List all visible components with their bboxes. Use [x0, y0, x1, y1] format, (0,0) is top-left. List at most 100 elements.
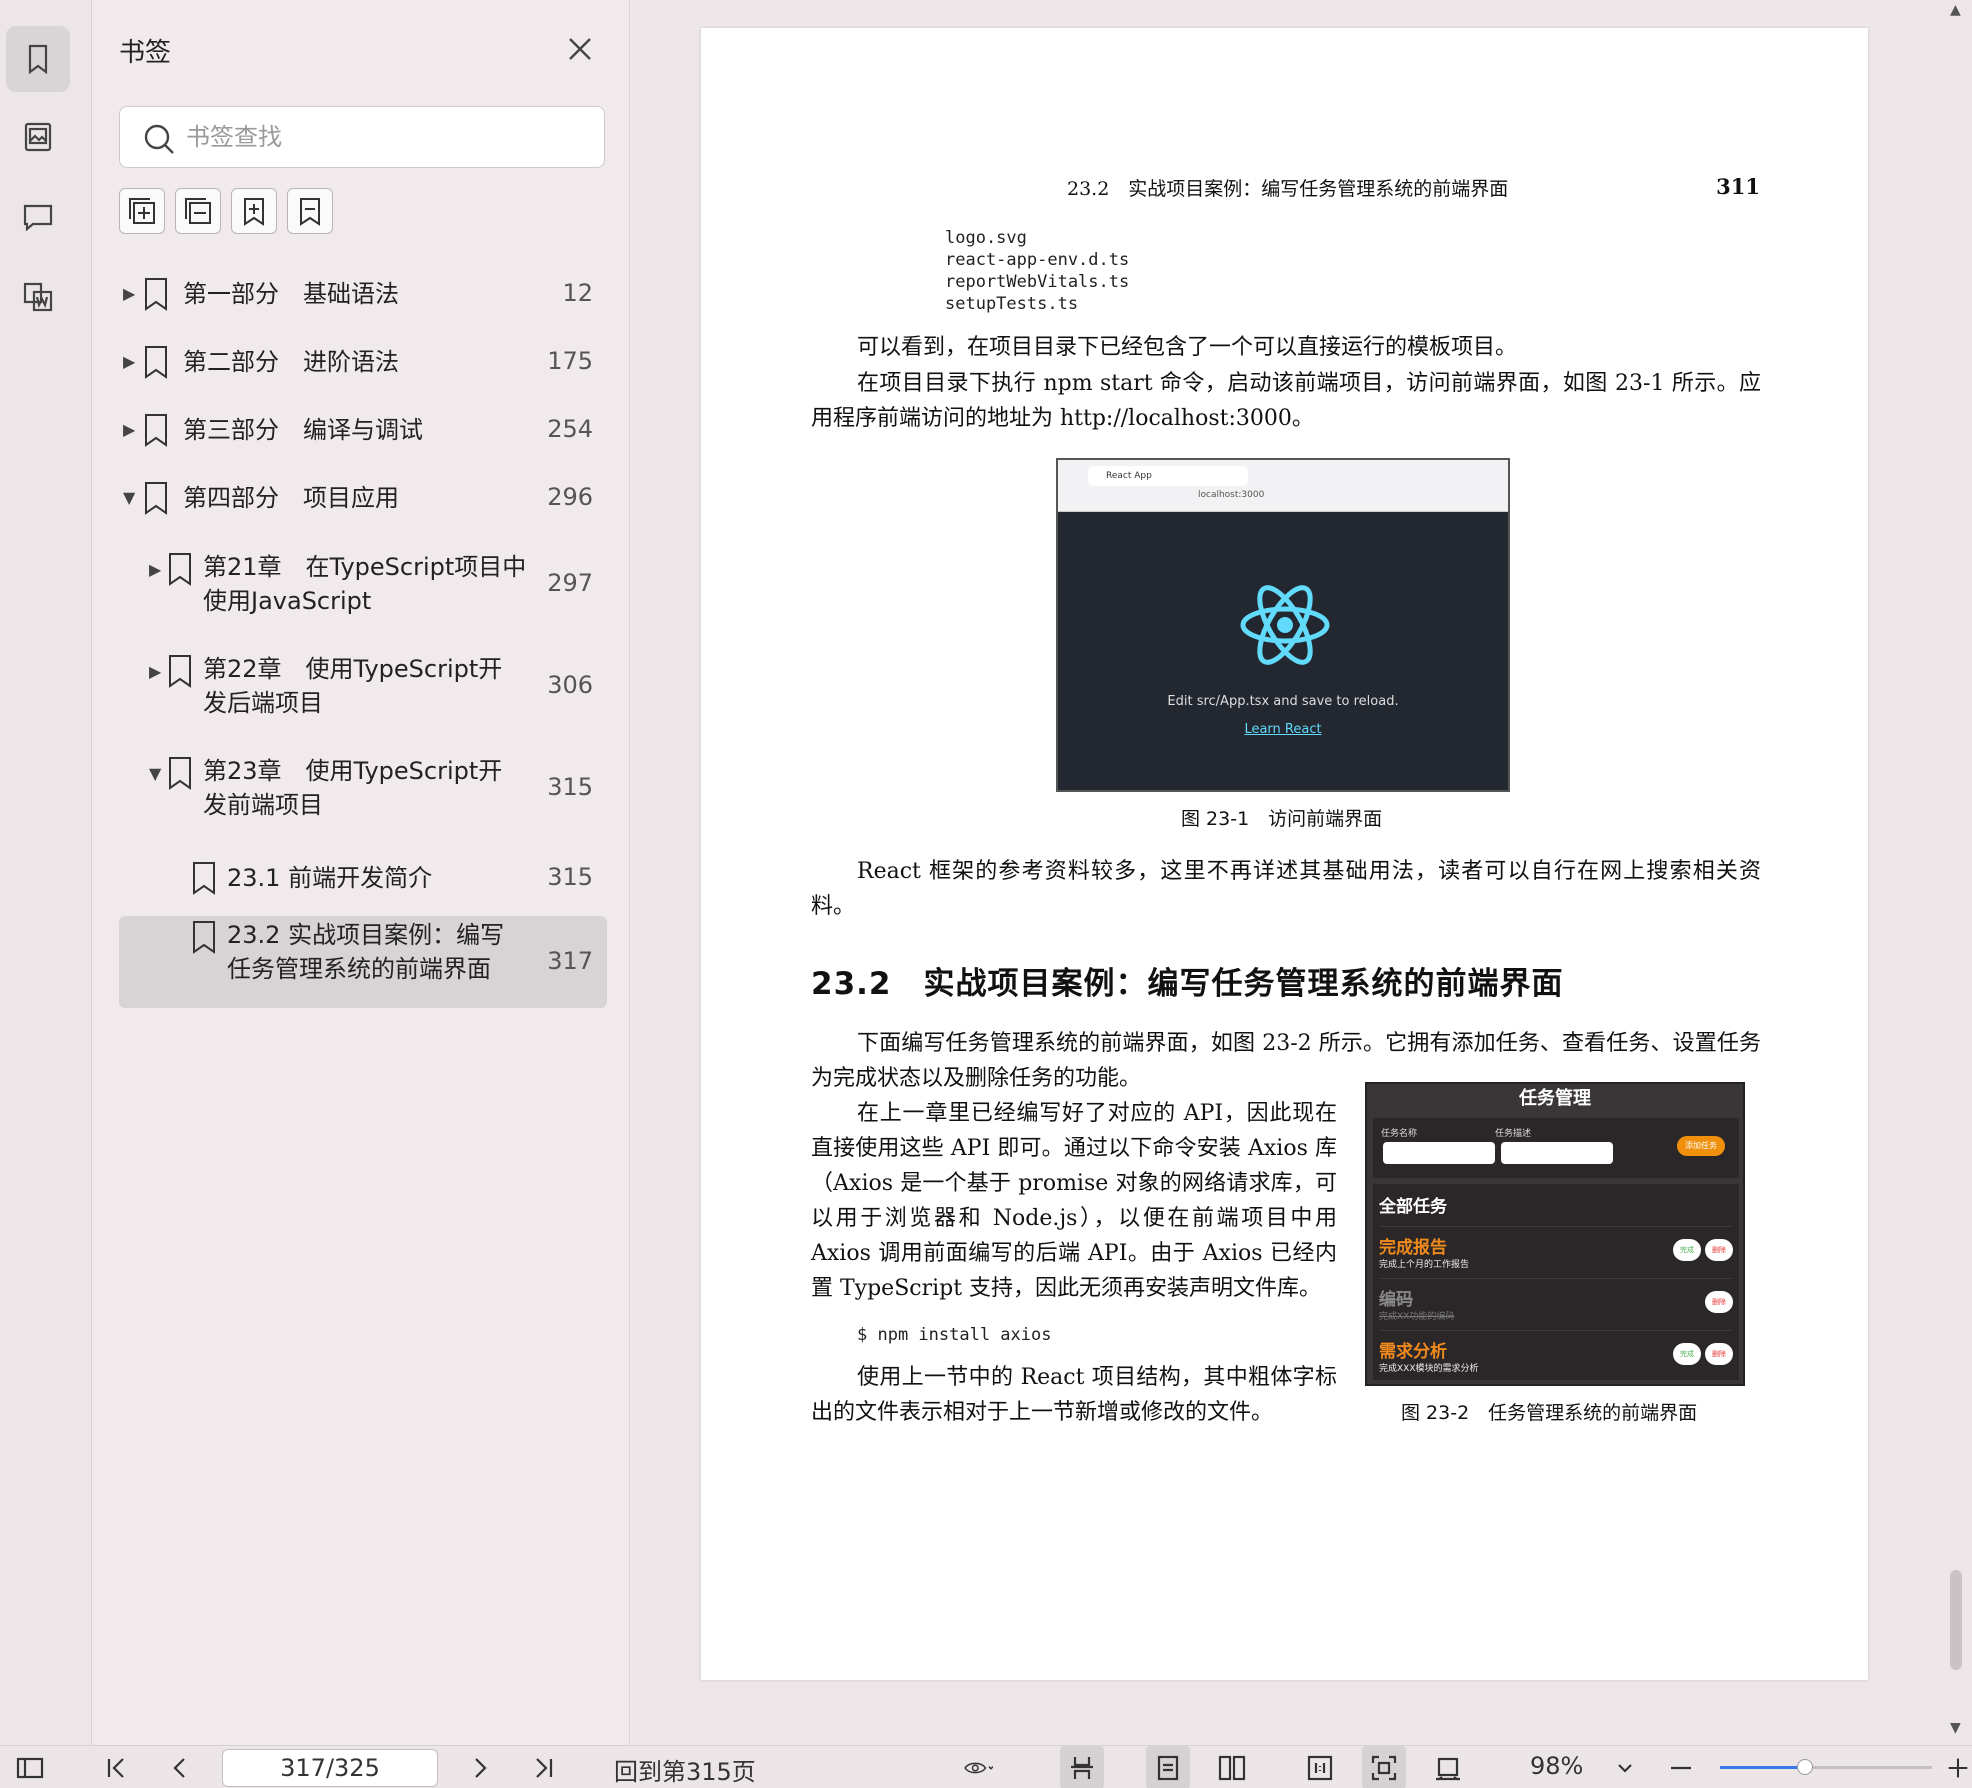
react-logo-icon: [1240, 585, 1330, 665]
comment-panel-icon[interactable]: [6, 184, 70, 250]
bookmark-tree-item[interactable]: 23.1 前端开发简介 315: [119, 852, 607, 904]
zoom-level[interactable]: 98%: [1530, 1752, 1583, 1780]
single-page-icon[interactable]: [1146, 1746, 1190, 1788]
pdf-page: 23.2 实战项目案例：编写任务管理系统的前端界面 311 logo.svg r…: [701, 28, 1868, 1680]
fig-task-name: 编码: [1379, 1290, 1413, 1310]
continuous-scroll-icon[interactable]: [1060, 1746, 1104, 1788]
zoom-dropdown-icon[interactable]: [1610, 1746, 1640, 1788]
bookmark-tree-item[interactable]: 23.2 实战项目案例：编写 任务管理系统的前端界面 317: [119, 916, 607, 1008]
edit-hint: Edit src/App.tsx and save to reload.: [1167, 694, 1399, 709]
scroll-thumb[interactable]: [1950, 1570, 1962, 1670]
bookmark-icon: [191, 861, 215, 895]
fig-add-button: 添加任务: [1677, 1136, 1725, 1156]
prev-page-icon[interactable]: [160, 1746, 200, 1788]
code-line: setupTests.ts: [945, 294, 1079, 314]
bookmark-tree-item[interactable]: ▶ 第22章 使用TypeScript开 发后端项目 306: [119, 650, 607, 722]
bookmark-label: 第二部分 进阶语法: [183, 348, 399, 376]
fig-task-desc: 完成XXX模块的需求分析: [1379, 1364, 1479, 1374]
paragraph: 在项目目录下执行 npm start 命令，启动该前端项目，访问前端界面，如图 …: [811, 371, 1761, 431]
running-header: 23.2 实战项目案例：编写任务管理系统的前端界面: [1067, 178, 1509, 200]
zoom-in-icon[interactable]: [1944, 1746, 1972, 1788]
thumbnail-panel-icon[interactable]: [6, 104, 70, 170]
bookmark-page-number: 306: [547, 671, 593, 699]
collapse-arrow-icon[interactable]: ▼: [123, 488, 135, 507]
fig-label-desc: 任务描述: [1495, 1129, 1532, 1139]
bookmark-icon: [167, 654, 191, 688]
bookmark-icon: [143, 413, 167, 447]
expand-arrow-icon[interactable]: ▶: [149, 662, 161, 681]
fig-delete-button: 删除: [1705, 1239, 1733, 1261]
bookmark-panel-icon[interactable]: [6, 26, 70, 92]
code-line: logo.svg: [945, 228, 1027, 248]
bookmark-tree-item[interactable]: ▶ 第一部分 基础语法 12: [119, 268, 607, 320]
bookmark-tree-item[interactable]: ▶ 第21章 在TypeScript项目中 使用JavaScript 297: [119, 548, 607, 620]
toggle-sidebar-icon[interactable]: [10, 1746, 50, 1788]
paragraph: React 框架的参考资料较多，这里不再详述其基础用法，读者可以自行在网上搜索相…: [811, 859, 1761, 919]
learn-react-link: Learn React: [1244, 722, 1322, 737]
fig-done-button: 完成: [1673, 1239, 1701, 1261]
two-page-icon[interactable]: [1210, 1746, 1254, 1788]
fit-page-icon[interactable]: [1362, 1746, 1406, 1788]
last-page-icon[interactable]: [524, 1746, 564, 1788]
bookmark-icon: [143, 277, 167, 311]
scroll-up-icon[interactable]: ▲: [1950, 2, 1961, 18]
page-number: 311: [1716, 174, 1760, 199]
fig-task-name: 需求分析: [1379, 1342, 1447, 1362]
figure-task-manager: 任务管理 任务名称 任务描述 添加任务 全部任务 完成报告 完成上个月的工作报告…: [1365, 1082, 1745, 1386]
bookmark-page-number: 315: [547, 773, 593, 801]
collapse-all-button[interactable]: [175, 188, 221, 234]
actual-size-icon[interactable]: [1298, 1746, 1342, 1788]
fig-input: [1501, 1142, 1613, 1164]
zoom-slider-knob[interactable]: [1796, 1759, 1813, 1775]
expand-arrow-icon[interactable]: ▶: [123, 420, 135, 439]
expand-arrow-icon[interactable]: ▶: [149, 560, 161, 579]
expand-arrow-icon[interactable]: ▶: [123, 352, 135, 371]
bookmark-page-number: 315: [547, 863, 593, 891]
bookmark-tree-item[interactable]: ▶ 第三部分 编译与调试 254: [119, 404, 607, 456]
bookmark-page-number: 296: [547, 483, 593, 511]
bookmark-tree-item[interactable]: ▼ 第四部分 项目应用 296: [119, 472, 607, 524]
close-icon[interactable]: [565, 34, 595, 64]
bookmark-icon: [167, 552, 191, 586]
expand-all-button[interactable]: [119, 188, 165, 234]
next-page-icon[interactable]: [460, 1746, 500, 1788]
first-page-icon[interactable]: [96, 1746, 136, 1788]
eye-mode-icon[interactable]: [948, 1746, 1008, 1788]
bookmark-label: 第21章 在TypeScript项目中 使用JavaScript: [203, 553, 527, 615]
vertical-scrollbar[interactable]: ▲ ▼: [1942, 0, 1972, 1745]
add-bookmark-button[interactable]: [231, 188, 277, 234]
remove-bookmark-button[interactable]: [287, 188, 333, 234]
zoom-slider-fill: [1720, 1766, 1805, 1769]
fig-all-tasks: 全部任务: [1379, 1197, 1447, 1217]
fig-delete-button: 删除: [1705, 1343, 1733, 1365]
bookmark-icon: [191, 920, 215, 954]
fig-title: 任务管理: [1519, 1088, 1591, 1109]
section-title: 23.2 实战项目案例：编写任务管理系统的前端界面: [811, 966, 1564, 1002]
zoom-out-icon[interactable]: [1664, 1746, 1698, 1788]
bookmark-label: 第一部分 基础语法: [183, 280, 399, 308]
collapse-arrow-icon[interactable]: ▼: [149, 764, 161, 783]
figure-react-app: React App localhost:3000 Edit src/App.ts…: [1056, 458, 1510, 792]
fig-delete-button: 删除: [1705, 1291, 1733, 1313]
search-input[interactable]: [186, 117, 586, 157]
fig-done-button: 完成: [1673, 1343, 1701, 1365]
fit-width-icon[interactable]: [1426, 1746, 1470, 1788]
fig-label-name: 任务名称: [1381, 1129, 1418, 1139]
bookmark-tree-item[interactable]: ▶ 第二部分 进阶语法 175: [119, 336, 607, 388]
bookmark-tree-item[interactable]: ▼ 第23章 使用TypeScript开 发前端项目 315: [119, 752, 607, 824]
scroll-down-icon[interactable]: ▼: [1950, 1720, 1961, 1736]
bottom-toolbar: 317/325 回到第315页 98%: [0, 1745, 1972, 1788]
paragraph: 可以看到，在项目目录下已经包含了一个可以直接运行的模板项目。: [857, 335, 1518, 360]
goto-page-link[interactable]: 回到第315页: [614, 1752, 756, 1787]
bookmark-search[interactable]: [119, 106, 605, 168]
zoom-slider[interactable]: [1720, 1759, 1932, 1775]
browser-tab: React App: [1088, 466, 1248, 486]
document-viewport[interactable]: 23.2 实战项目案例：编写任务管理系统的前端界面 311 logo.svg r…: [631, 0, 1972, 1745]
bookmark-page-number: 254: [547, 415, 593, 443]
expand-arrow-icon[interactable]: ▶: [123, 284, 135, 303]
convert-word-icon[interactable]: [6, 264, 70, 330]
command-line: $ npm install axios: [857, 1325, 1052, 1345]
search-icon: [144, 124, 174, 154]
bookmark-label: 23.2 实战项目案例：编写 任务管理系统的前端界面: [227, 921, 505, 983]
page-number-input[interactable]: 317/325: [222, 1749, 438, 1787]
